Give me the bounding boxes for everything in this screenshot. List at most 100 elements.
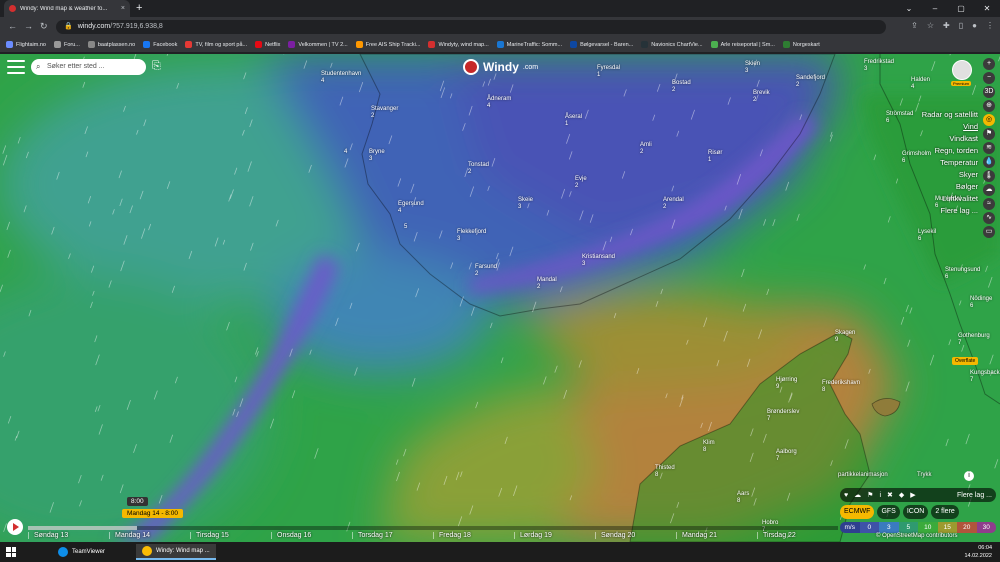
zoom-out-button[interactable]: − xyxy=(983,72,995,84)
model-gfs[interactable]: GFS xyxy=(877,505,900,519)
temperature-icon[interactable]: 🌡 xyxy=(983,170,995,182)
layer-item[interactable]: Skyer xyxy=(959,170,978,179)
bookmark-item[interactable]: TV, film og sport på... xyxy=(185,41,247,48)
place-label[interactable]: Halden 4 xyxy=(911,77,930,91)
wave-icon[interactable]: ∿ xyxy=(983,212,995,224)
layer-item[interactable]: Temperatur xyxy=(940,158,978,167)
place-label[interactable]: Gothenburg 7 xyxy=(958,333,990,347)
swell-icon[interactable]: ≈ xyxy=(983,198,995,210)
browser-tab[interactable]: Windy: Wind map & weather fo... × xyxy=(4,0,130,17)
place-label[interactable]: Evje 2 xyxy=(575,176,587,190)
share-icon[interactable]: ⇪ xyxy=(911,21,918,30)
place-label[interactable]: 5 xyxy=(404,224,407,231)
place-label[interactable]: Skeie 3 xyxy=(518,197,533,211)
menu-icon[interactable] xyxy=(7,60,25,74)
waves-button[interactable]: ≋ xyxy=(983,142,995,154)
place-label[interactable]: Risør 1 xyxy=(708,150,722,164)
wind-map[interactable]: Studentenhavn 4 Stavanger 2 Bryne 3 Egersund 4 F… xyxy=(0,54,1000,542)
place-label[interactable]: Tonstad 2 xyxy=(468,162,489,176)
place-label[interactable]: 4 xyxy=(344,149,347,156)
flag-icon[interactable]: ⚑ xyxy=(867,491,873,499)
bookmark-item[interactable]: Windyty, wind map... xyxy=(428,41,489,48)
reload-icon[interactable]: ↻ xyxy=(40,21,48,32)
locate-button[interactable]: ◎ xyxy=(983,114,995,126)
place-label[interactable]: Bostad 2 xyxy=(672,80,691,94)
profile-icon[interactable]: ● xyxy=(972,21,977,30)
bookmark-item[interactable]: Foru... xyxy=(53,41,80,48)
timeline-day[interactable]: Tirsdag 22 xyxy=(757,532,838,539)
place-label[interactable]: Frederikshavn 8 xyxy=(822,380,860,394)
surface-level-badge[interactable]: Overflate xyxy=(952,357,979,365)
close-tab-icon[interactable]: × xyxy=(121,5,125,12)
timeline-day[interactable]: Søndag 20 xyxy=(595,532,676,539)
place-label[interactable]: Aalborg 7 xyxy=(776,449,797,463)
globe-button[interactable]: ⊕ xyxy=(983,100,995,112)
bookmark-item[interactable]: Bølgevarsel - Baren... xyxy=(570,41,633,48)
bookmark-item[interactable]: Norgeskart xyxy=(782,41,820,48)
sidebar-icon[interactable]: ▯ xyxy=(959,21,963,30)
place-label[interactable]: Brønderslev 7 xyxy=(767,409,799,423)
flag-button[interactable]: ⚑ xyxy=(983,128,995,140)
close-icon[interactable]: ✖ xyxy=(887,491,893,499)
zoom-in-button[interactable]: + xyxy=(983,58,995,70)
rain-icon[interactable]: 💧 xyxy=(983,156,995,168)
forward-arrow-icon[interactable]: → xyxy=(24,21,33,31)
avatar[interactable] xyxy=(952,60,972,80)
play-button[interactable] xyxy=(7,519,23,535)
tab-search-button[interactable]: ⌄ xyxy=(896,0,922,17)
layer-button[interactable]: ▭ xyxy=(983,226,995,238)
timeline-day[interactable]: Lørdag 19 xyxy=(514,532,595,539)
info-icon[interactable]: i xyxy=(964,471,974,481)
place-label[interactable]: Skagen 9 xyxy=(835,330,855,344)
bookmark-item[interactable]: baatplassen.no xyxy=(87,41,135,48)
place-label[interactable]: Fredrikstad 3 xyxy=(864,59,894,73)
windows-start-icon[interactable] xyxy=(6,547,16,557)
place-label[interactable]: Lysekil 6 xyxy=(918,229,936,243)
timeline-track[interactable] xyxy=(28,526,838,530)
place-label[interactable]: Åseral 1 xyxy=(565,114,582,128)
place-label[interactable]: Brevik 2 xyxy=(753,90,770,104)
star-icon[interactable]: ☆ xyxy=(927,21,934,30)
place-label[interactable]: Skien 3 xyxy=(745,61,760,75)
place-label[interactable]: Kristiansand 3 xyxy=(582,254,615,268)
layer-item[interactable]: Bølger xyxy=(956,182,978,191)
new-tab-button[interactable]: + xyxy=(136,2,142,14)
place-label[interactable]: Stenungsund 6 xyxy=(945,267,980,281)
layer-item[interactable]: Flere lag ... xyxy=(940,206,978,215)
place-label[interactable]: Flekkefjord 3 xyxy=(457,229,486,243)
timeline-selected[interactable]: Mandag 14 - 8:00 xyxy=(122,509,183,518)
timeline-day[interactable]: Søndag 13 xyxy=(28,532,109,539)
particles-toggle[interactable]: partikkelanimasjon xyxy=(838,472,888,478)
place-label[interactable]: Aars 8 xyxy=(737,491,749,505)
layer-item[interactable]: Vind xyxy=(963,122,978,131)
place-label[interactable]: Egersund 4 xyxy=(398,201,424,215)
place-label[interactable]: Mandal 2 xyxy=(537,277,557,291)
taskbar-app[interactable]: Windy: Wind map ... xyxy=(136,544,216,560)
bookmark-item[interactable]: Free AIS Ship Tracki... xyxy=(355,41,420,48)
close-window-button[interactable]: ✕ xyxy=(974,0,1000,17)
search-input[interactable]: ⌕ Søker etter sted ... xyxy=(31,59,146,75)
layer-item[interactable]: Regn, torden xyxy=(935,146,978,155)
diamond-icon[interactable]: ◆ xyxy=(899,491,904,499)
place-label[interactable]: Sandefjord 2 xyxy=(796,75,825,89)
place-label[interactable]: Klim 8 xyxy=(703,440,715,454)
model-2-flere[interactable]: 2 flere xyxy=(931,505,959,519)
more-layers-button[interactable]: Flere lag ... xyxy=(953,492,996,499)
place-label[interactable]: Arendal 2 xyxy=(663,197,684,211)
back-arrow-icon[interactable]: ← xyxy=(8,21,17,31)
minimize-button[interactable]: – xyxy=(922,0,948,17)
pressure-toggle[interactable]: Trykk xyxy=(917,472,931,478)
extensions-icon[interactable]: ✚ xyxy=(943,21,950,30)
timeline-day[interactable]: Onsdag 16 xyxy=(271,532,352,539)
address-bar[interactable]: 🔒 windy.com/?57.919,6.938,8 xyxy=(56,20,886,34)
place-label[interactable]: Ådneram 4 xyxy=(487,96,511,110)
system-clock[interactable]: 06:04 14.02.2022 xyxy=(964,544,992,560)
bookmark-item[interactable]: Netflix xyxy=(255,41,280,48)
timeline-day[interactable]: Mandag 21 xyxy=(676,532,757,539)
place-label[interactable]: Kungsbacka 7 xyxy=(970,370,1000,384)
bookmark-item[interactable]: Arle reiseportal | Sm... xyxy=(710,41,775,48)
3d-button[interactable]: 3D xyxy=(983,86,995,98)
timeline-day[interactable]: Fredag 18 xyxy=(433,532,514,539)
layer-item[interactable]: Luftkvalitet xyxy=(942,194,978,203)
place-label[interactable]: Amli 2 xyxy=(640,142,652,156)
